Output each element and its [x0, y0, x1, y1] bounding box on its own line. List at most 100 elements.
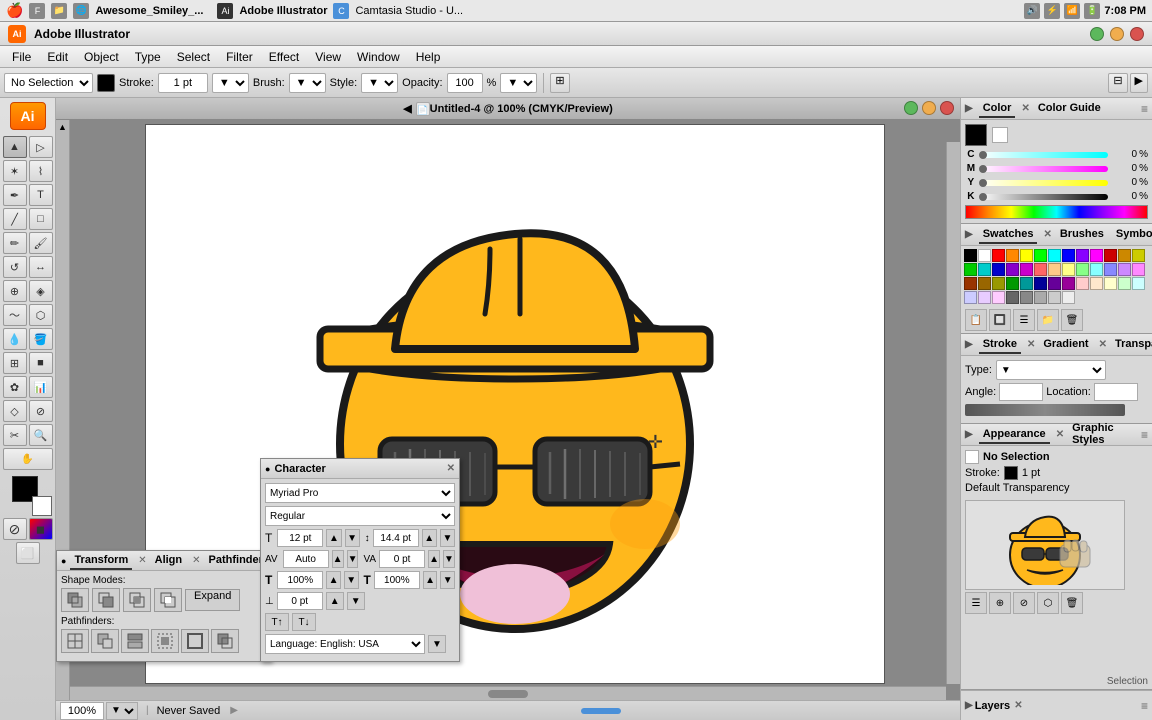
menu-help[interactable]: Help: [408, 48, 449, 66]
swatch-item[interactable]: [1048, 291, 1061, 304]
app-tool-1[interactable]: ☰: [965, 592, 987, 614]
paintbrush-btn[interactable]: 🖌: [29, 232, 53, 254]
zoom-input[interactable]: [60, 702, 104, 720]
h-scale-input[interactable]: [277, 571, 323, 589]
h-scale-down[interactable]: ▼: [344, 571, 359, 589]
gradient-tab-x[interactable]: ✕: [1099, 339, 1107, 350]
baseline-up[interactable]: ▲: [326, 592, 344, 610]
mesh-btn[interactable]: ⊞: [3, 352, 27, 374]
swatch-item[interactable]: [1062, 291, 1075, 304]
superscript-btn[interactable]: T↑: [265, 613, 289, 631]
minus-back-btn[interactable]: [211, 629, 239, 653]
swatch-item[interactable]: [992, 263, 1005, 276]
swatch-item[interactable]: [1090, 277, 1103, 290]
stroke-input[interactable]: [158, 73, 208, 93]
canvas-maximize-btn[interactable]: [904, 101, 918, 115]
magic-wand-btn[interactable]: ✶: [3, 160, 27, 182]
swatch-item[interactable]: [1034, 263, 1047, 276]
fill-color-btn[interactable]: [97, 74, 115, 92]
blend-btn[interactable]: ⬡: [29, 304, 53, 326]
color-guide-tab[interactable]: Color Guide: [1034, 100, 1105, 118]
swatch-item[interactable]: [964, 291, 977, 304]
swatch-item[interactable]: [1006, 263, 1019, 276]
stroke-preview[interactable]: [992, 127, 1008, 143]
tracking-input[interactable]: [283, 550, 329, 568]
swatch-item[interactable]: [1132, 277, 1145, 290]
swatch-item[interactable]: [978, 263, 991, 276]
menu-window[interactable]: Window: [349, 48, 408, 66]
tracking-up[interactable]: ▲: [332, 550, 344, 568]
swatch-item[interactable]: [964, 249, 977, 262]
minus-front-btn[interactable]: [92, 588, 120, 612]
stroke-dropdown[interactable]: ▼: [212, 73, 249, 93]
type-btn[interactable]: T: [29, 184, 53, 206]
unite-btn[interactable]: [61, 588, 89, 612]
opacity-input[interactable]: [447, 73, 483, 93]
swatch-tool-3[interactable]: ☰: [1013, 309, 1035, 331]
fill-preview[interactable]: [965, 124, 987, 146]
align-tab-x[interactable]: ✕: [192, 555, 200, 566]
app-icon-1[interactable]: 📁: [51, 3, 67, 19]
appearance-collapse-icon[interactable]: ▶: [965, 429, 973, 440]
layers-panel-close[interactable]: ≡: [1141, 699, 1148, 713]
appearance-tab-x[interactable]: ✕: [1056, 429, 1064, 440]
scroll-thumb[interactable]: [488, 690, 528, 698]
symbol-btn[interactable]: ✿: [3, 376, 27, 398]
swatch-item[interactable]: [1132, 263, 1145, 276]
color-panel-close[interactable]: ≡: [1141, 102, 1148, 116]
canvas-right-scroll[interactable]: [946, 142, 960, 684]
swatch-item[interactable]: [978, 277, 991, 290]
kern-down[interactable]: ▼: [443, 550, 455, 568]
none-btn[interactable]: ⊘: [3, 518, 27, 540]
swatches-tab[interactable]: Swatches: [979, 226, 1038, 244]
menu-type[interactable]: Type: [127, 48, 169, 66]
erase-btn[interactable]: ⊘: [29, 400, 53, 422]
swatch-item[interactable]: [992, 277, 1005, 290]
menu-filter[interactable]: Filter: [218, 48, 261, 66]
gradient-tab[interactable]: Gradient: [1039, 336, 1092, 354]
zoom-dropdown[interactable]: ▼: [106, 702, 138, 720]
zoom-btn[interactable]: 🔍: [29, 424, 53, 446]
align-tab[interactable]: Align: [151, 552, 187, 570]
transform-tab[interactable]: Transform: [70, 552, 132, 570]
swatch-item[interactable]: [1006, 277, 1019, 290]
cyan-slider[interactable]: [979, 152, 1108, 158]
swatches-tab-x[interactable]: ✕: [1043, 229, 1051, 240]
leading-down[interactable]: ▼: [440, 529, 455, 547]
swatch-item[interactable]: [1034, 291, 1047, 304]
pencil-btn[interactable]: ✏: [3, 232, 27, 254]
swatch-item[interactable]: [964, 263, 977, 276]
swatch-item[interactable]: [1062, 249, 1075, 262]
swatch-item[interactable]: [1006, 291, 1019, 304]
close-btn[interactable]: [1130, 27, 1144, 41]
swatches-collapse-icon[interactable]: ▶: [965, 229, 973, 240]
black-slider[interactable]: [979, 194, 1108, 200]
baseline-input[interactable]: [277, 592, 323, 610]
leading-input[interactable]: [373, 529, 419, 547]
canvas-minimize-btn[interactable]: [922, 101, 936, 115]
swatch-item[interactable]: [978, 291, 991, 304]
merge-btn[interactable]: [121, 629, 149, 653]
appearance-tab[interactable]: Appearance: [979, 426, 1050, 444]
color-tab-x[interactable]: ✕: [1021, 103, 1029, 114]
color-spectrum[interactable]: [965, 205, 1148, 219]
intersect-btn[interactable]: [123, 588, 151, 612]
menu-select[interactable]: Select: [169, 48, 218, 66]
color-tab[interactable]: Color: [979, 100, 1016, 118]
angle-input[interactable]: [999, 383, 1043, 401]
paint-bucket-btn[interactable]: 🪣: [29, 328, 53, 350]
menu-file[interactable]: File: [4, 48, 39, 66]
panel-toggle-btn[interactable]: ⊟: [1108, 73, 1127, 93]
reflect-btn[interactable]: ↔: [29, 256, 53, 278]
swatch-tool-4[interactable]: 📁: [1037, 309, 1059, 331]
stroke-tab[interactable]: Stroke: [979, 336, 1021, 354]
transparency-tab[interactable]: Transparency: [1111, 336, 1152, 354]
rotate-btn[interactable]: ↺: [3, 256, 27, 278]
transform-tab-x[interactable]: ✕: [138, 555, 146, 566]
layers-collapse-icon[interactable]: ▶: [965, 700, 973, 711]
pathfinder-tab[interactable]: Pathfinder: [205, 552, 267, 570]
swatch-item[interactable]: [1118, 263, 1131, 276]
swatch-item[interactable]: [1090, 249, 1103, 262]
swatch-item[interactable]: [964, 277, 977, 290]
swatch-tool-2[interactable]: 🔲: [989, 309, 1011, 331]
